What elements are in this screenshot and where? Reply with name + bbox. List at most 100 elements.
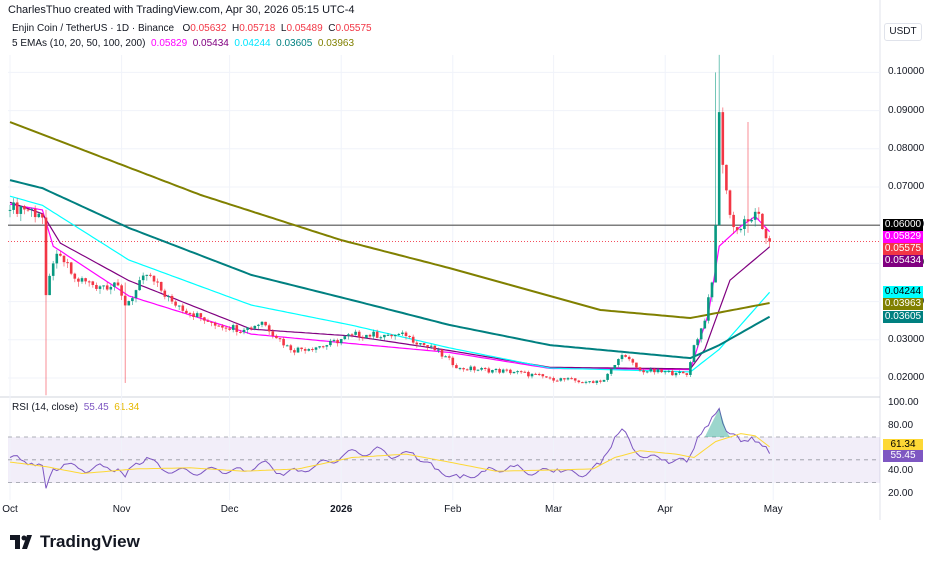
candle <box>267 323 271 335</box>
candle-body <box>422 343 426 346</box>
time-tick-label: Dec <box>220 504 239 515</box>
candle-body <box>458 368 462 370</box>
candle <box>509 368 512 375</box>
price-chart[interactable] <box>0 0 936 563</box>
candle-body <box>753 211 757 220</box>
candle-body <box>537 373 541 375</box>
candle-body <box>624 355 627 357</box>
candle-body <box>375 331 379 338</box>
candle-body <box>105 285 109 290</box>
candle-body <box>437 349 440 351</box>
ema-line-ema20 <box>9 201 770 370</box>
candle-body <box>591 381 595 383</box>
candle-body <box>393 334 397 337</box>
candle-body <box>257 324 260 326</box>
rsi-tick-label: 40.00 <box>888 465 914 477</box>
candle <box>8 205 12 218</box>
candle-body <box>91 281 95 285</box>
candle <box>753 208 757 227</box>
candle <box>440 348 444 360</box>
candle-body <box>48 275 51 296</box>
candle-body <box>303 349 307 351</box>
candle <box>123 282 127 383</box>
candle <box>732 211 735 234</box>
candle <box>300 347 303 352</box>
candle-body <box>84 278 87 282</box>
candle-body <box>498 369 501 373</box>
candle-body <box>426 345 429 347</box>
candle-body <box>419 343 422 345</box>
candle-body <box>318 346 321 348</box>
candle-body <box>8 209 12 211</box>
candle <box>260 321 264 328</box>
candle <box>195 311 199 318</box>
candle-body <box>483 367 487 369</box>
candle <box>645 371 649 374</box>
candle <box>552 376 555 383</box>
time-tick-label: Oct <box>2 504 18 515</box>
price-tick-label: 0.07000 <box>888 181 925 192</box>
candle-body <box>649 368 653 372</box>
candle-body <box>199 313 203 318</box>
candle-body <box>213 322 217 326</box>
candle-body <box>725 164 728 191</box>
candle <box>498 367 501 375</box>
candle <box>548 376 552 380</box>
candle <box>411 334 415 345</box>
candle-body <box>573 378 577 381</box>
candle <box>275 334 278 339</box>
candle <box>62 255 66 267</box>
candle <box>23 204 26 215</box>
price-tick-label: 0.02000 <box>888 372 925 383</box>
candle <box>685 373 689 378</box>
candle <box>77 277 80 287</box>
candle-body <box>638 367 642 371</box>
candle-body <box>379 337 383 339</box>
rsi-overbought-fill <box>704 408 730 437</box>
candle-body <box>505 369 509 371</box>
candle-body <box>512 371 516 374</box>
candle-body <box>534 373 537 375</box>
candle <box>624 354 627 358</box>
candle-body <box>552 378 555 381</box>
candle-body <box>300 347 303 350</box>
candle <box>401 330 404 337</box>
candle-body <box>386 334 390 336</box>
candle-body <box>415 342 419 345</box>
time-tick-label: Feb <box>444 504 462 515</box>
price-tick-label: 0.10000 <box>888 66 925 78</box>
candle-body <box>609 368 613 374</box>
candle-body <box>527 371 530 377</box>
candle-body <box>188 313 192 315</box>
candle <box>447 354 451 361</box>
candle-body <box>109 286 113 290</box>
candle-body <box>134 290 138 299</box>
candle-body <box>235 325 239 332</box>
candle-body <box>206 320 210 322</box>
price-tag: 0.03963 <box>883 298 923 311</box>
tradingview-logo[interactable]: TradingView <box>10 532 140 552</box>
candle-body <box>523 371 527 373</box>
candle-body <box>307 349 311 351</box>
candle <box>152 275 156 285</box>
price-tag: 0.03605 <box>883 310 923 323</box>
candle <box>703 318 707 330</box>
candle-body <box>249 327 253 329</box>
candle <box>764 226 768 244</box>
candle <box>555 379 559 382</box>
candle-body <box>296 347 300 353</box>
candle <box>516 370 519 375</box>
candle-body <box>127 301 131 306</box>
candle-body <box>138 280 141 291</box>
candle-body <box>361 337 365 339</box>
candle <box>469 365 473 372</box>
candle <box>231 323 235 333</box>
candle <box>350 333 354 338</box>
candle-body <box>350 334 354 336</box>
candle-body <box>487 368 491 373</box>
candle-body <box>98 286 102 289</box>
candle-body <box>365 334 368 339</box>
candle <box>689 360 692 378</box>
candle-body <box>12 202 15 210</box>
time-tick-label: May <box>763 504 783 515</box>
